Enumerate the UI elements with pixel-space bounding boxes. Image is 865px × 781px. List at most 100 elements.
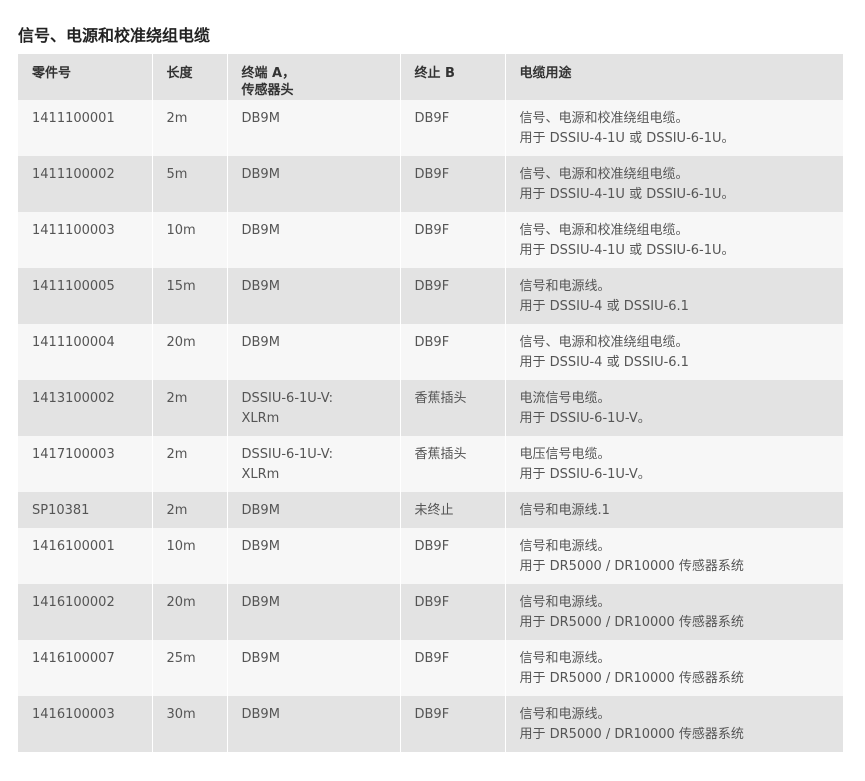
cell-part-number: 1416100001	[18, 528, 153, 584]
cell-part-number-text: 1416100002	[32, 595, 115, 610]
cell-part-number: 1411100005	[18, 268, 153, 324]
cell-terminal-b: DB9F	[400, 584, 506, 640]
cell-cable-usage-text: 用于 DSSIU-4 或 DSSIU-6.1	[519, 355, 689, 370]
cell-cable-usage-text: 用于 DSSIU-4-1U 或 DSSIU-6-1U。	[519, 131, 735, 146]
cell-part-number-text: 1416100007	[32, 651, 115, 666]
cell-length-text: 2m	[166, 111, 188, 126]
cell-cable-usage: 电压信号电缆。 用于 DSSIU-6-1U-V。	[505, 436, 843, 492]
table-row: 1416100007 25m DB9M DB9F 信号和电源线。用于 DR5000 / …	[18, 640, 843, 696]
cell-length: 2m	[152, 380, 228, 436]
cell-cable-usage: 电流信号电缆。用于 DSSIU-6-1U-V。	[505, 380, 843, 436]
cell-cable-usage: 信号和电源线。用于 DR5000 / DR10000 传感器系统	[505, 640, 843, 696]
cell-terminal-a-text: XLRm	[241, 467, 280, 482]
cable-table: 零件号 长度 终端 A， 传感器头 终止 B 电缆用途 1411100001 2m…	[18, 54, 843, 752]
cell-cable-usage: 信号、电源和校准绕组电缆。 用于 DSSIU-4-1U 或 DSSIU-6-1U。	[505, 156, 843, 212]
table-row: 1413100002 2m DSSIU-6-1U-V: XLRm 香蕉插头 电流信号电缆。…	[18, 380, 843, 436]
cell-terminal-b-text: 香蕉插头	[414, 391, 467, 406]
cell-length: 10m	[152, 212, 228, 268]
table-row: 1411100005 15m DB9M DB9F 信号和电源线。 用于 DSSIU-4 或…	[18, 268, 843, 324]
cell-terminal-a-text: DB9M	[241, 335, 280, 350]
cell-cable-usage-text: 用于 DR5000 / DR10000 传感器系统	[519, 671, 744, 686]
cell-terminal-a: DB9M	[227, 528, 401, 584]
cell-part-number: 1416100007	[18, 640, 153, 696]
table-row: 1411100004 20m DB9M DB9F 信号、电源和校准绕组电缆。 用于 DSS…	[18, 324, 843, 380]
cell-terminal-b-text: 香蕉插头	[414, 447, 467, 462]
cell-terminal-a: DB9M	[227, 100, 401, 156]
cell-length-text: 20m	[166, 595, 196, 610]
cell-cable-usage-text: 信号和电源线。	[519, 707, 611, 722]
cell-terminal-a: DB9M	[227, 696, 401, 752]
cell-part-number-text: 1416100003	[32, 707, 115, 722]
cell-terminal-b-text: DB9F	[414, 595, 450, 610]
cell-cable-usage-text: 用于 DSSIU-4 或 DSSIU-6.1	[519, 299, 689, 314]
cell-terminal-a-text: DB9M	[241, 707, 280, 722]
cell-terminal-b: DB9F	[400, 528, 506, 584]
cell-terminal-b-text: DB9F	[414, 651, 450, 666]
cell-terminal-a: DB9M	[227, 212, 401, 268]
cell-terminal-a-text: DB9M	[241, 167, 280, 182]
table-row: SP10381 2m DB9M 未终止 信号和电源线.1	[18, 492, 843, 528]
cell-cable-usage-text: 用于 DSSIU-6-1U-V。	[519, 467, 651, 482]
cell-cable-usage: 信号、电源和校准绕组电缆。 用于 DSSIU-4-1U 或 DSSIU-6-1U。	[505, 100, 843, 156]
table-row: 1411100001 2m DB9M DB9F 信号、电源和校准绕组电缆。 用于 DSSI…	[18, 100, 843, 156]
cell-cable-usage: 信号和电源线。用于 DR5000 / DR10000 传感器系统	[505, 584, 843, 640]
cell-part-number-text: 1411100003	[32, 223, 115, 238]
table-row: 1416100003 30m DB9M DB9F 信号和电源线。用于 DR5000 / …	[18, 696, 843, 752]
cell-terminal-a: DB9M	[227, 156, 401, 212]
cell-length-text: 2m	[166, 391, 188, 406]
cell-cable-usage-text: 信号和电源线。	[519, 595, 611, 610]
cell-terminal-b-text: 未终止	[414, 503, 454, 518]
cell-part-number: SP10381	[18, 492, 153, 528]
cell-cable-usage-text: 用于 DR5000 / DR10000 传感器系统	[519, 727, 744, 742]
table-row: 1417100003 2m DSSIU-6-1U-V: XLRm 香蕉插头 电压信号电缆。…	[18, 436, 843, 492]
cell-length-text: 2m	[166, 503, 188, 518]
cell-terminal-a-text: DB9M	[241, 111, 280, 126]
cell-cable-usage: 信号、电源和校准绕组电缆。 用于 DSSIU-4 或 DSSIU-6.1	[505, 324, 843, 380]
header-cable-usage: 电缆用途	[505, 54, 843, 100]
table-row: 1416100002 20m DB9M DB9F 信号和电源线。用于 DR5000 / …	[18, 584, 843, 640]
cell-part-number: 1417100003	[18, 436, 153, 492]
cell-terminal-a: DB9M	[227, 584, 401, 640]
cell-cable-usage-text: 用于 DSSIU-4-1U 或 DSSIU-6-1U。	[519, 243, 735, 258]
cell-cable-usage: 信号和电源线。用于 DSSIU-4 或 DSSIU-6.1	[505, 268, 843, 324]
cell-part-number-text: 1411100004	[32, 335, 115, 350]
table-row: 1411100003 10m DB9M DB9F 信号、电源和校准绕组电缆。 用于 DSS…	[18, 212, 843, 268]
cell-terminal-a-text: DB9M	[241, 223, 280, 238]
cell-terminal-b: DB9F	[400, 640, 506, 696]
cell-length: 25m	[152, 640, 228, 696]
cell-part-number: 1416100002	[18, 584, 153, 640]
cell-part-number-text: 1416100001	[32, 539, 115, 554]
cell-terminal-b: DB9F	[400, 212, 506, 268]
cell-length-text: 2m	[166, 447, 188, 462]
cell-terminal-b-text: DB9F	[414, 111, 450, 126]
cell-terminal-b: 未终止	[400, 492, 506, 528]
cell-length-text: 10m	[166, 223, 196, 238]
cell-cable-usage-text: 信号和电源线。	[519, 651, 611, 666]
cell-cable-usage-text: 电流信号电缆。	[519, 391, 611, 406]
cell-terminal-a-text: DB9M	[241, 651, 280, 666]
cell-terminal-a-text: DSSIU-6-1U-V:	[241, 447, 333, 462]
cell-part-number-text: 1411100001	[32, 111, 115, 126]
cell-part-number: 1413100002	[18, 380, 153, 436]
cell-length: 2m	[152, 436, 228, 492]
cell-cable-usage-text: 信号、电源和校准绕组电缆。	[519, 335, 689, 350]
cell-part-number-text: 1411100002	[32, 167, 115, 182]
cell-terminal-b: 香蕉插头	[400, 436, 506, 492]
cell-terminal-a: DB9M	[227, 324, 401, 380]
table-header: 零件号 长度 终端 A， 传感器头 终止 B 电缆用途	[18, 54, 843, 100]
cell-cable-usage-text: 信号和电源线。	[519, 279, 611, 294]
cell-length: 2m	[152, 100, 228, 156]
cell-cable-usage-text: 用于 DSSIU-4-1U 或 DSSIU-6-1U。	[519, 187, 735, 202]
cell-terminal-b-text: DB9F	[414, 707, 450, 722]
cell-cable-usage-text: 用于 DR5000 / DR10000 传感器系统	[519, 615, 744, 630]
cell-length: 20m	[152, 584, 228, 640]
cell-length-text: 30m	[166, 707, 196, 722]
cell-part-number: 1411100004	[18, 324, 153, 380]
cell-length: 10m	[152, 528, 228, 584]
header-terminal-a: 终端 A， 传感器头	[227, 54, 401, 100]
cell-part-number-text: 1411100005	[32, 279, 115, 294]
cell-cable-usage-text: 用于 DSSIU-6-1U-V。	[519, 411, 651, 426]
cell-terminal-a-text: DSSIU-6-1U-V:	[241, 391, 333, 406]
table-row: 1411100002 5m DB9M DB9F 信号、电源和校准绕组电缆。 用于 DSSI…	[18, 156, 843, 212]
cell-part-number: 1411100001	[18, 100, 153, 156]
